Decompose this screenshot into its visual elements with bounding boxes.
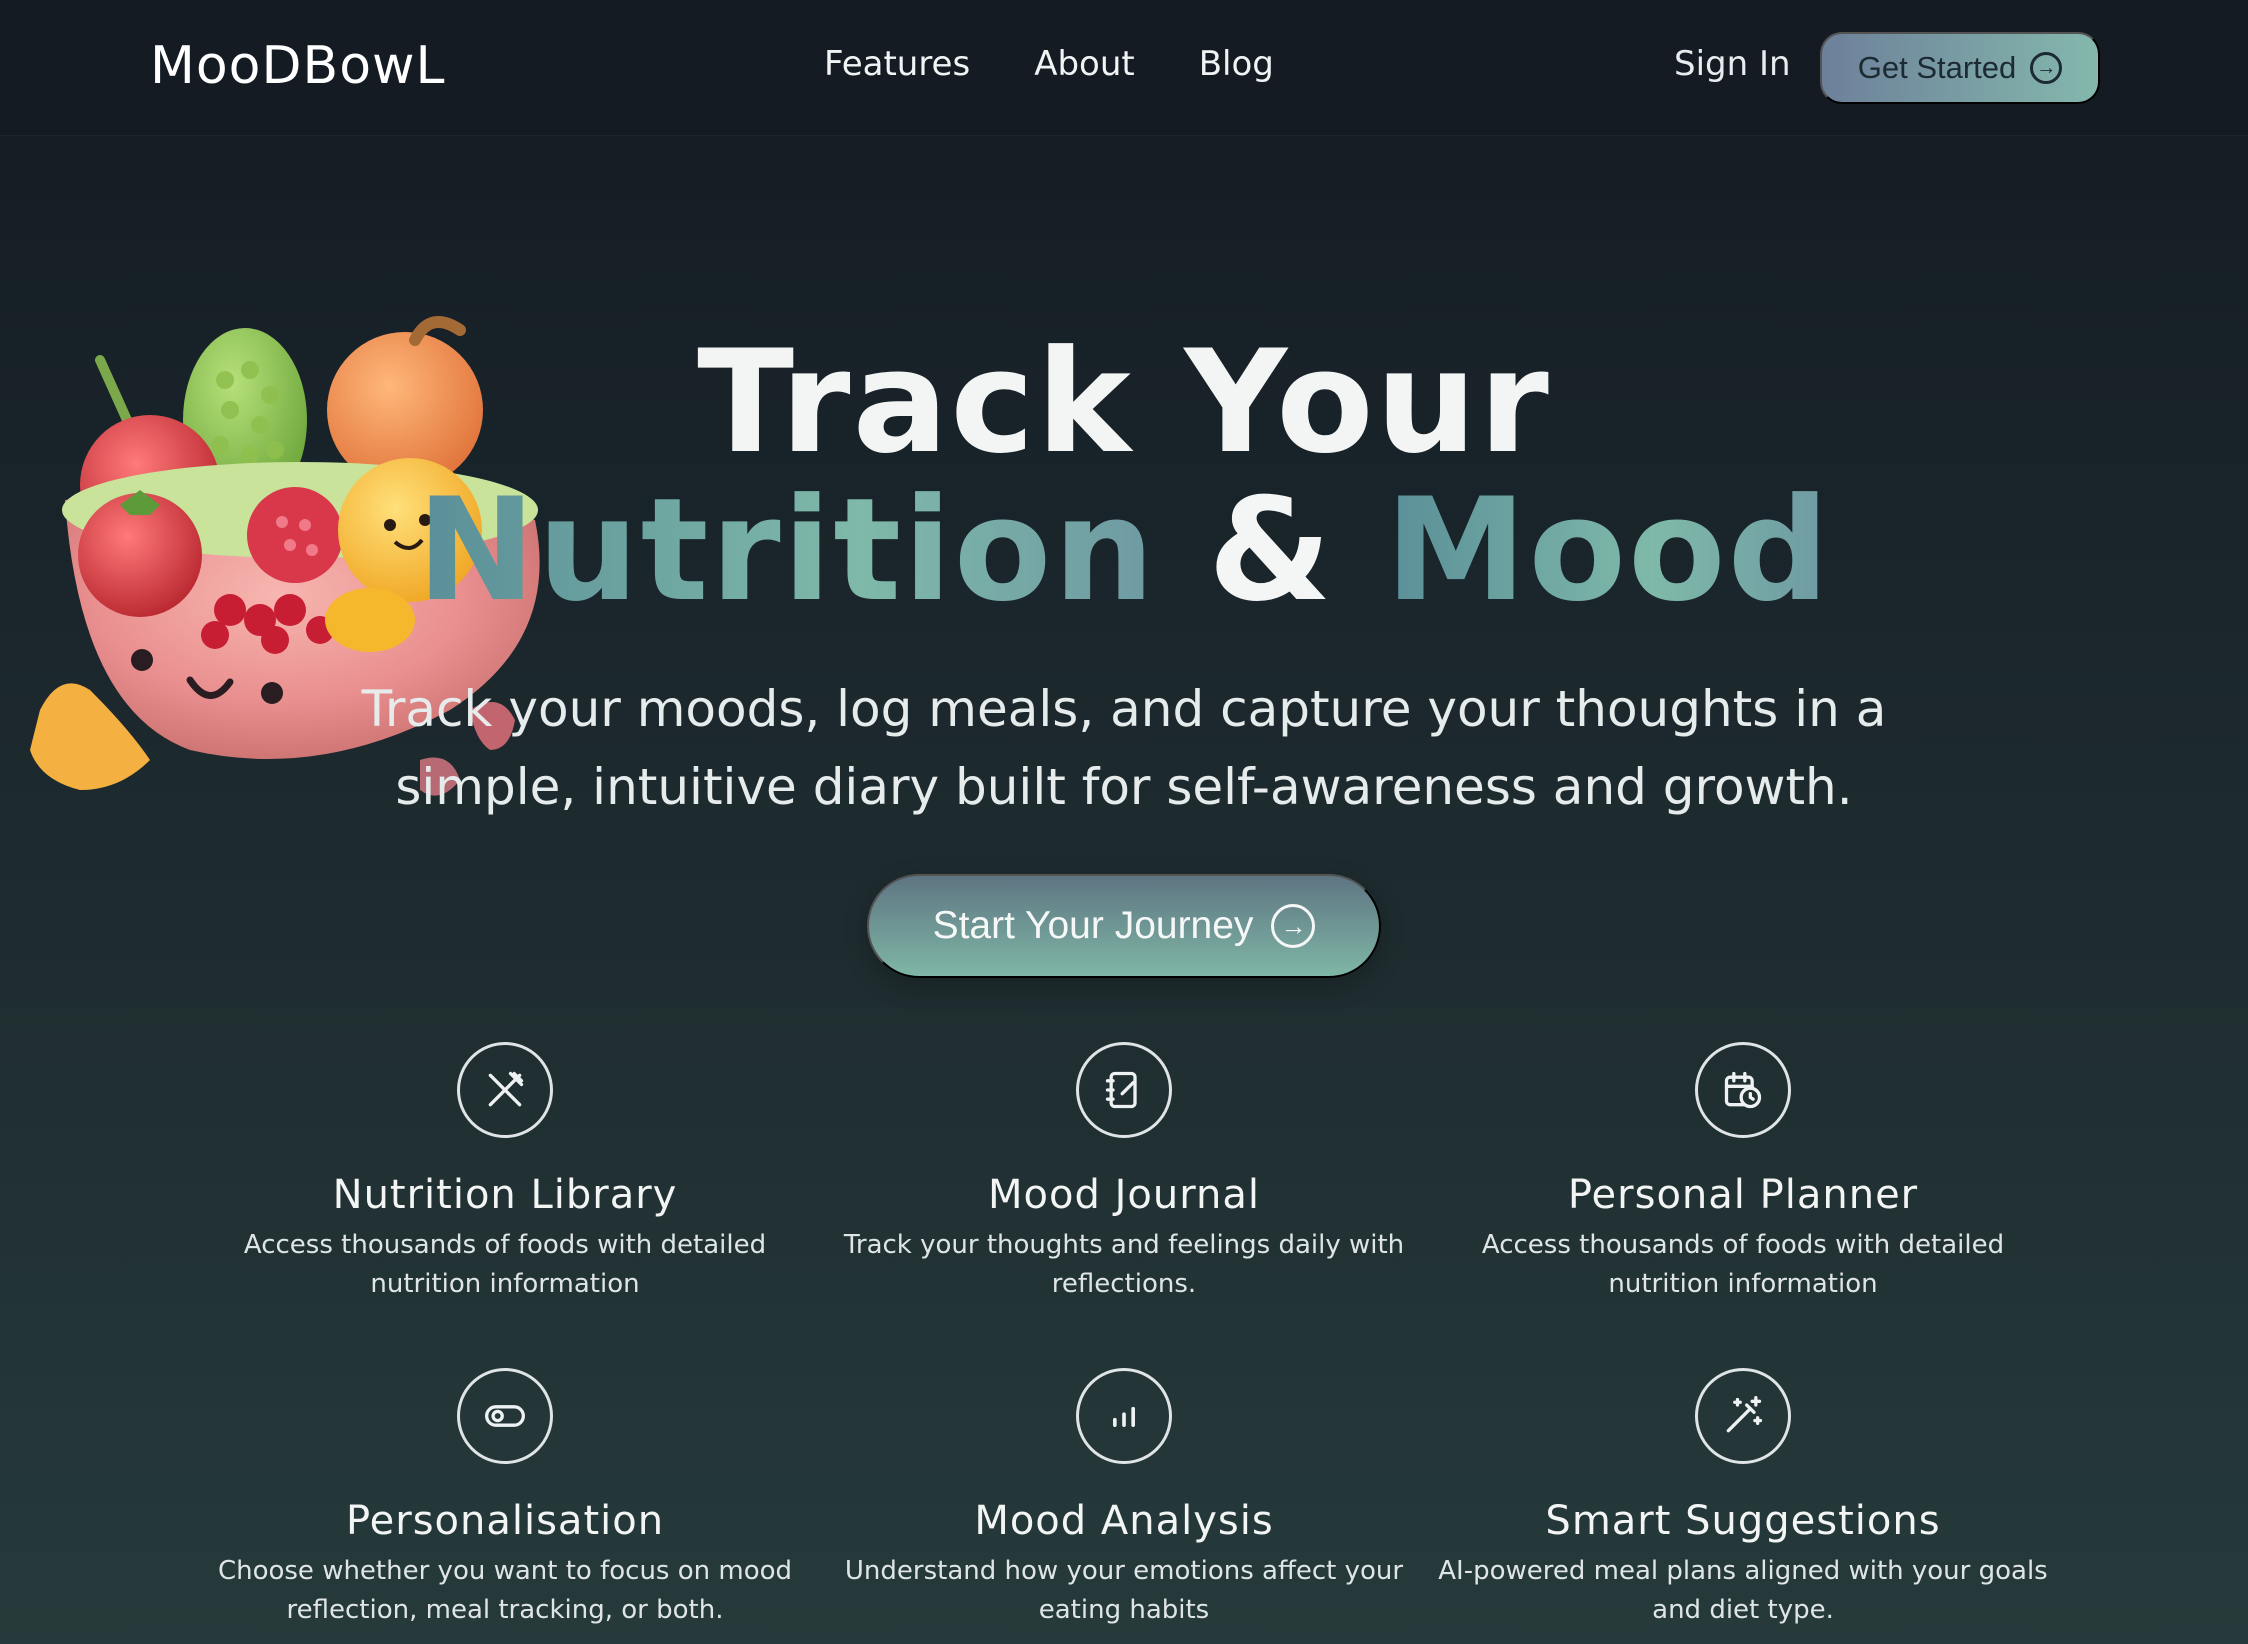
- feature-title: Mood Analysis: [974, 1498, 1274, 1544]
- feature-description: Track your thoughts and feelings daily w…: [843, 1230, 1405, 1299]
- nav-link-features[interactable]: Features: [824, 44, 970, 84]
- arrow-right-circle-icon: →: [1271, 904, 1316, 948]
- feature-card-personal-planner: Personal Planner Access thousands of foo…: [1433, 1042, 2053, 1304]
- feature-title: Nutrition Library: [332, 1172, 678, 1218]
- feature-title: Mood Journal: [988, 1172, 1260, 1218]
- sign-in-link[interactable]: Sign In: [1674, 44, 1791, 84]
- feature-title: Personalisation: [345, 1498, 665, 1544]
- feature-description: Access thousands of foods with detailed …: [1481, 1230, 2005, 1299]
- nav-link-about[interactable]: About: [1034, 44, 1135, 84]
- feature-card-mood-analysis: Mood Analysis Understand how your emotio…: [814, 1368, 1434, 1630]
- start-journey-button[interactable]: Start Your Journey →: [867, 874, 1381, 978]
- start-journey-label: Start Your Journey: [932, 904, 1254, 947]
- arrow-right-circle-icon: →: [2030, 52, 2063, 84]
- hero-title-nutrition: Nutrition: [416, 468, 1157, 633]
- feature-card-smart-suggestions: Smart Suggestions AI-powered meal plans …: [1433, 1368, 2053, 1630]
- nav-link-blog[interactable]: Blog: [1199, 44, 1274, 84]
- hero-subtitle: Track your moods, log meals, and capture…: [361, 680, 1887, 816]
- notebook-pen-icon: [1076, 1042, 1172, 1138]
- feature-description: Understand how your emotions affect your…: [844, 1556, 1404, 1625]
- feature-card-mood-journal: Mood Journal Track your thoughts and fee…: [814, 1042, 1434, 1304]
- brand-logo[interactable]: MooDBowL: [150, 36, 446, 96]
- feature-description: AI-powered meal plans aligned with your …: [1438, 1556, 2048, 1625]
- calendar-clock-icon: [1695, 1042, 1791, 1138]
- hero-title-line2: Nutrition & Mood: [0, 468, 2248, 633]
- hero-title-mood: Mood: [1385, 468, 1832, 633]
- feature-description: Choose whether you want to focus on mood…: [217, 1556, 793, 1625]
- feature-title: Smart Suggestions: [1545, 1498, 1941, 1544]
- bar-chart-icon: [1076, 1368, 1172, 1464]
- feature-title: Personal Planner: [1567, 1172, 1919, 1218]
- feature-card-nutrition-library: Nutrition Library Access thousands of fo…: [195, 1042, 815, 1304]
- get-started-button[interactable]: Get Started →: [1820, 32, 2100, 104]
- hero-title-line1: Track Your: [697, 320, 1551, 485]
- hero-title-ampersand: &: [1207, 468, 1334, 633]
- magic-wand-icon: [1695, 1368, 1791, 1464]
- toggle-icon: [457, 1368, 553, 1464]
- feature-card-personalisation: Personalisation Choose whether you want …: [195, 1368, 815, 1630]
- navbar: MooDBowL Features About Blog Sign In Get…: [0, 0, 2248, 136]
- utensils-icon: [457, 1042, 553, 1138]
- get-started-label: Get Started: [1857, 50, 2017, 85]
- feature-description: Access thousands of foods with detailed …: [243, 1230, 767, 1299]
- nav-links: Features About Blog: [824, 44, 1274, 84]
